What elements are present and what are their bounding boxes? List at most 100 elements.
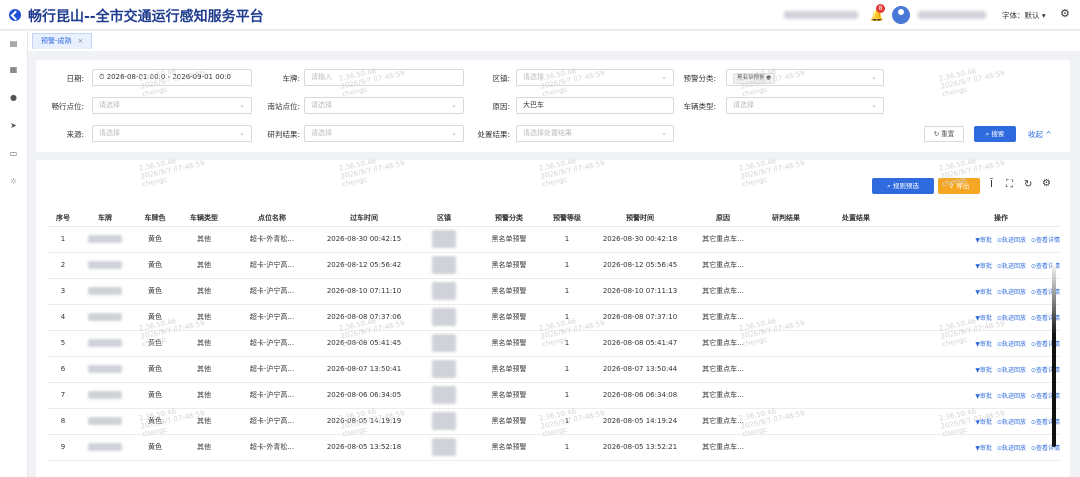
point-name: 超卡-沪宁高... (230, 382, 314, 409)
plate-cell (78, 330, 132, 357)
chevron-down-icon: ⌄ (239, 129, 245, 137)
avatar[interactable] (892, 6, 910, 24)
blurred-area (432, 360, 456, 378)
col-header: 区镇 (414, 210, 474, 227)
audit-link[interactable]: ▼审批 (975, 393, 992, 400)
track-replay-link[interactable]: ⊙轨迹回放 (997, 237, 1026, 244)
track-replay-link[interactable]: ⊙轨迹回放 (997, 263, 1026, 270)
close-icon[interactable]: × (78, 37, 84, 45)
pass-time: 2026-08-30 00:42:15 (314, 226, 414, 253)
cx-point-select[interactable]: 请选择 ⌄ (92, 97, 252, 114)
operations-cell: ▼审批 ⊙轨迹回放 ⊙查看详情 (896, 382, 1060, 409)
pass-time: 2026-08-10 07:11:10 (314, 278, 414, 305)
warn-category: 黑名单预警 (474, 434, 544, 461)
row-index: 9 (48, 434, 78, 461)
reason: 其它重点车... (690, 226, 756, 253)
scrollbar[interactable] (1052, 262, 1056, 447)
track-replay-link[interactable]: ⊙轨迹回放 (997, 393, 1026, 400)
gear-icon[interactable]: ⚙ (1060, 7, 1070, 20)
handle-result (816, 434, 896, 461)
warn-category: 黑名单预警 (474, 408, 544, 435)
nz-point-select[interactable]: 请选择 ⌄ (304, 97, 464, 114)
font-selector[interactable]: 字体：默认 ▾ (1002, 10, 1046, 21)
track-replay-link[interactable]: ⊙轨迹回放 (997, 341, 1026, 348)
reset-button[interactable]: ↻ 重置 (924, 126, 964, 142)
judge-result (756, 356, 816, 383)
track-replay-link[interactable]: ⊙轨迹回放 (997, 367, 1026, 374)
warn-time: 2026-08-10 07:11:13 (590, 278, 690, 305)
search-button[interactable]: ⌕ 搜索 (974, 126, 1016, 142)
blurred-plate (88, 365, 122, 373)
plate-color: 黄色 (132, 252, 178, 279)
tab-bar: 预警-成熟 × (28, 31, 1080, 51)
handle-label: 处置结果: (477, 130, 510, 139)
area-cell (414, 408, 474, 435)
reason: 其它重点车... (690, 356, 756, 383)
audit-link[interactable]: ▼审批 (975, 445, 992, 452)
audit-link[interactable]: ▼审批 (975, 289, 992, 296)
audit-link[interactable]: ▼审批 (975, 237, 992, 244)
blurred-username (918, 11, 986, 19)
pass-time: 2026-08-05 13:52:18 (314, 434, 414, 461)
source-select[interactable]: 请选择 ⌄ (92, 125, 252, 142)
col-header: 预警等级 (544, 210, 590, 227)
menu-gear-icon[interactable]: ✲ (9, 178, 18, 186)
source-placeholder: 请选择 (99, 129, 120, 137)
plate-label: 车牌: (282, 74, 300, 83)
audit-link[interactable]: ▼审批 (975, 341, 992, 348)
warn-category: 黑名单预警 (474, 356, 544, 383)
clock-icon: ⏱ (99, 73, 105, 81)
point-name: 超卡-沪宁高... (230, 304, 314, 331)
plate-color: 黄色 (132, 434, 178, 461)
warn-type-label: 预警分类: (683, 74, 716, 83)
menu-card-icon[interactable]: ▭ (9, 150, 18, 158)
track-replay-link[interactable]: ⊙轨迹回放 (997, 445, 1026, 452)
reason-input[interactable]: 大巴车 (516, 97, 674, 114)
settings-icon[interactable]: ⚙ (1042, 178, 1051, 189)
warn-category: 黑名单预警 (474, 382, 544, 409)
blurred-plate (88, 313, 122, 321)
menu-doc-icon[interactable]: ▦ (9, 66, 18, 74)
fullscreen-icon[interactable]: ⛶ (1006, 179, 1013, 190)
view-detail-link[interactable]: ⊙查看详情 (1031, 237, 1060, 244)
plate-color: 黄色 (132, 382, 178, 409)
collapse-toggle[interactable]: 收起 ^ (1028, 129, 1052, 140)
point-name: 超卡-沪宁高... (230, 330, 314, 357)
reset-label: 重置 (941, 130, 955, 138)
blurred-plate (88, 391, 122, 399)
date-label: 日期: (66, 74, 84, 83)
point-name: 超卡-沪宁高... (230, 278, 314, 305)
table-row: 6 黄色 其他 超卡-沪宁高... 2026-08-07 13:50:41 黑名单预警 1 2… (48, 356, 1060, 383)
tab-label: 预警-成熟 (41, 37, 72, 45)
col-header: 过车时间 (314, 210, 414, 227)
vehicle-type: 其他 (178, 278, 230, 305)
vehicle-type: 其他 (178, 434, 230, 461)
refresh-icon[interactable]: ↻ (1024, 179, 1032, 190)
area-cell (414, 382, 474, 409)
audit-link[interactable]: ▼审批 (975, 367, 992, 374)
nz-point-placeholder: 请选择 (311, 101, 332, 109)
judge-select[interactable]: 请选择 ⌄ (304, 125, 464, 142)
warn-time: 2026-08-05 13:52:21 (590, 434, 690, 461)
rule-filter-button[interactable]: ⌕ 规则预选 (872, 178, 934, 194)
notification-badge: 8 (876, 4, 885, 13)
warn-time: 2026-08-06 06:34:08 (590, 382, 690, 409)
column-height-icon[interactable]: Ī (990, 179, 993, 190)
blurred-plate (88, 261, 122, 269)
menu-send-icon[interactable]: ➤ (9, 122, 18, 130)
chevron-down-icon: ⌄ (451, 101, 457, 109)
menu-list-icon[interactable]: ▤ (9, 40, 18, 48)
top-bar: 畅行昆山--全市交通运行感知服务平台 🔔 8 字体：默认 ▾ ⚙ (0, 0, 1080, 30)
blurred-plate (88, 417, 122, 425)
warn-level: 1 (544, 226, 590, 253)
vehicle-type-select[interactable]: 请选择 ⌄ (726, 97, 884, 114)
col-header: 车牌色 (132, 210, 178, 227)
audit-link[interactable]: ▼审批 (975, 263, 992, 270)
col-header: 车牌 (78, 210, 132, 227)
menu-bell-icon[interactable]: ● (9, 94, 18, 102)
handle-select[interactable]: 请选择处置结果 ⌄ (516, 125, 674, 142)
warn-level: 1 (544, 434, 590, 461)
table-header-row: 序号 车牌 车牌色 车辆类型 点位名称 过车时间 区镇 预警分类 预警等级 预警… (48, 210, 1060, 227)
track-replay-link[interactable]: ⊙轨迹回放 (997, 289, 1026, 296)
tab-warning[interactable]: 预警-成熟 × (32, 33, 93, 49)
